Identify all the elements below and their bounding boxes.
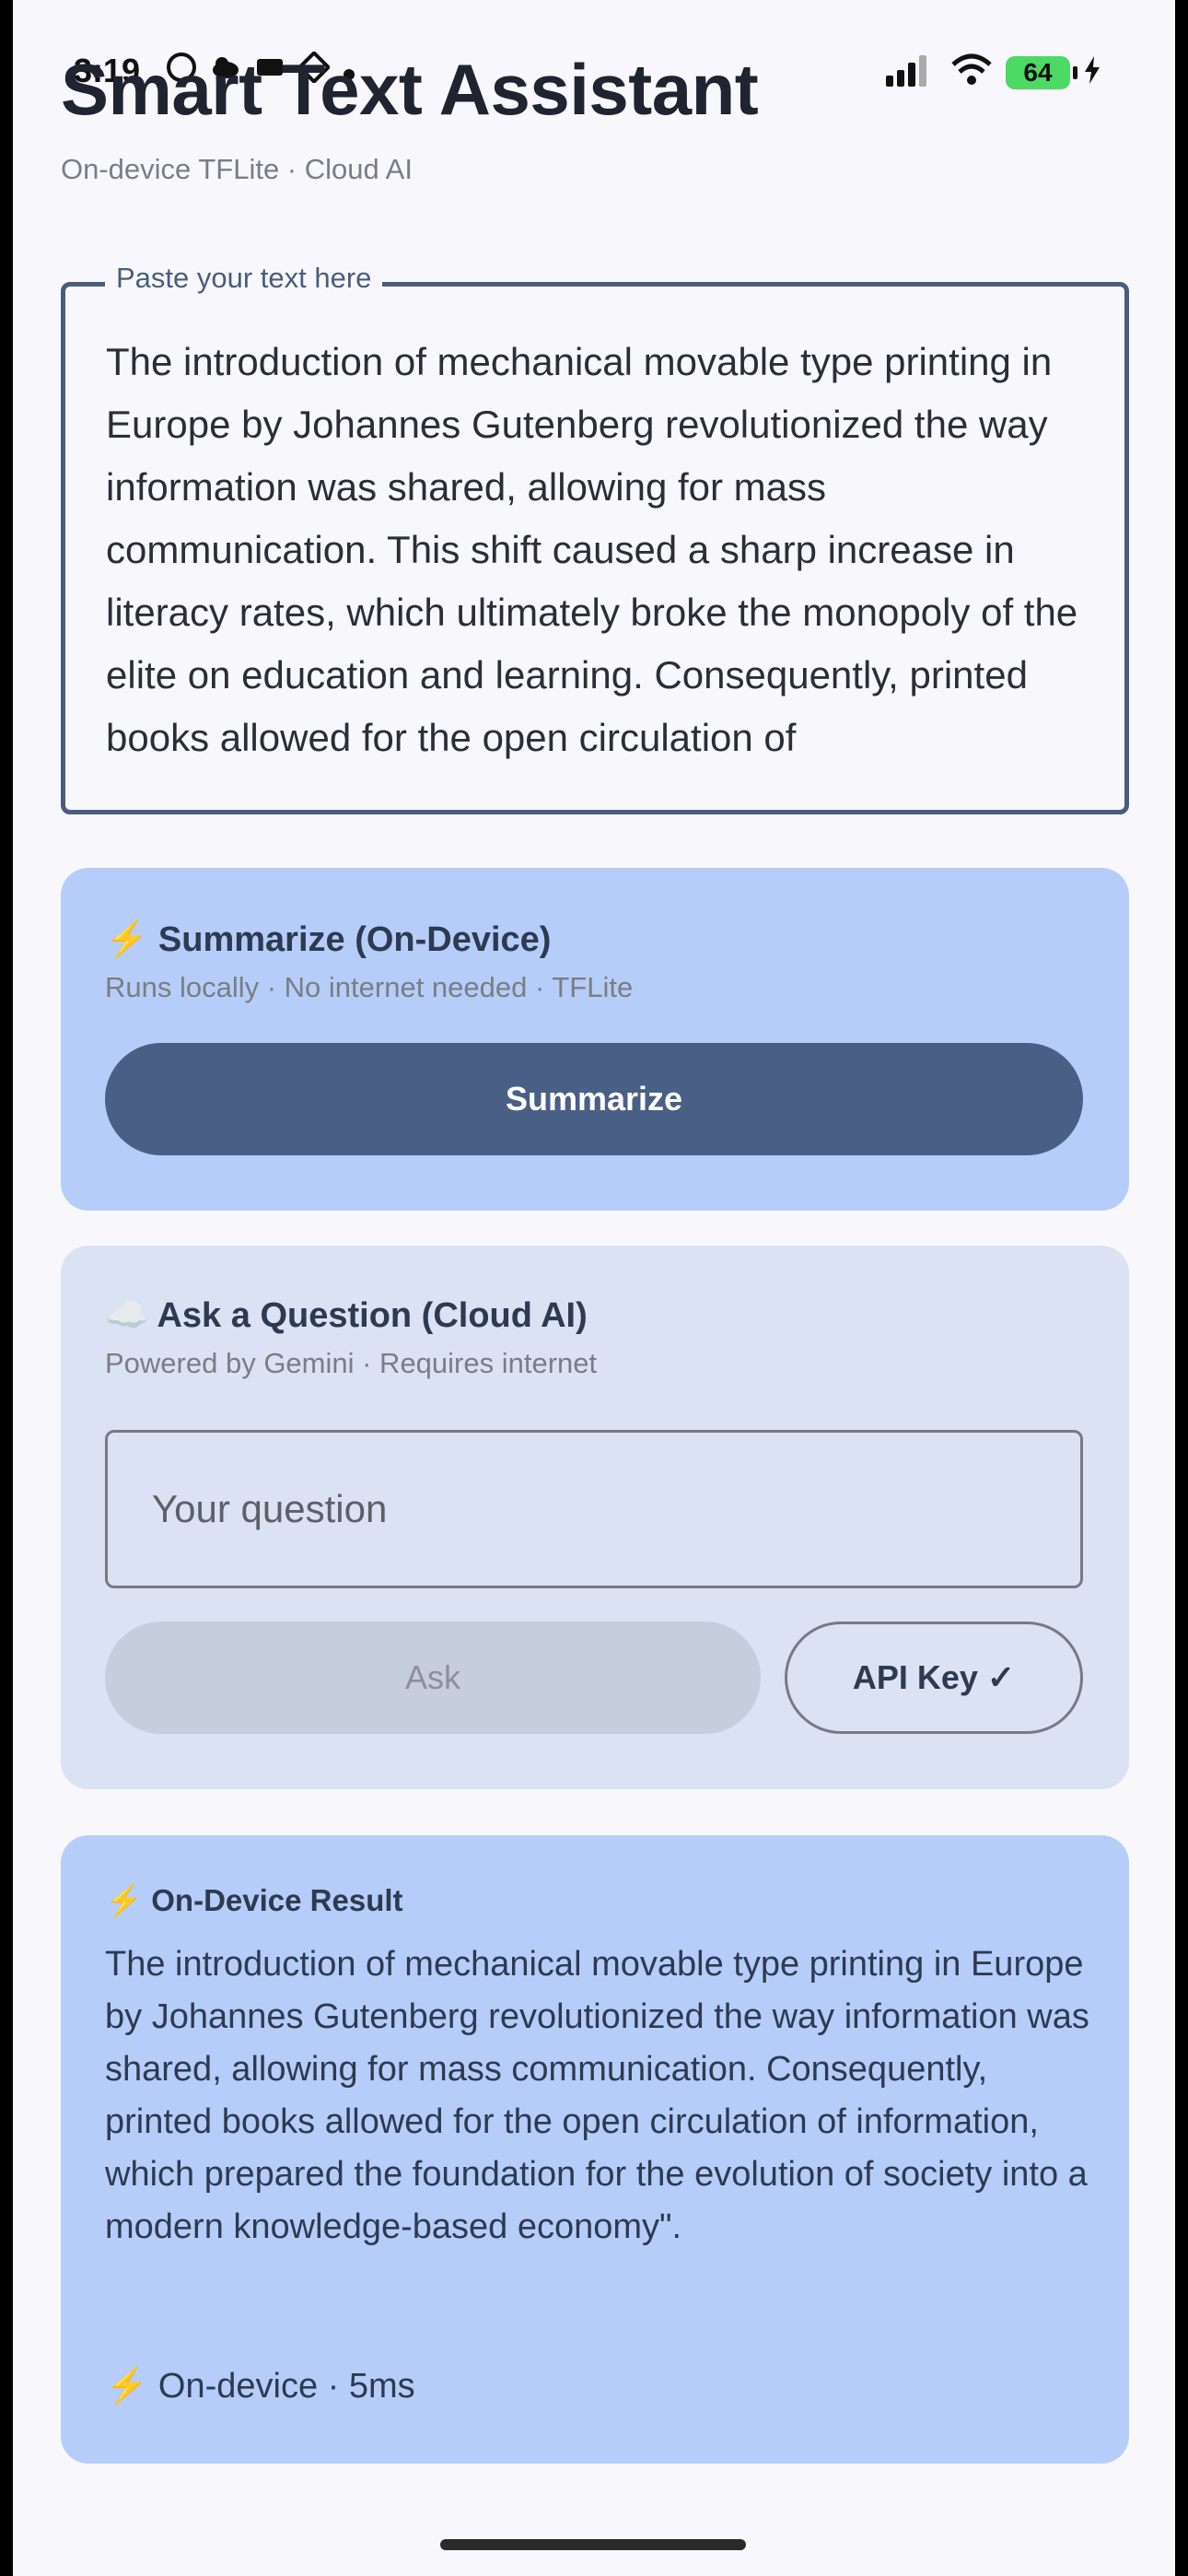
home-indicator[interactable] bbox=[440, 2539, 746, 2550]
lightning-icon: ⚡ bbox=[105, 1883, 144, 1917]
summarize-title-row: ⚡ Summarize (On-Device) bbox=[105, 919, 551, 960]
question-input[interactable]: Your question bbox=[105, 1430, 1083, 1588]
page-title: Smart Text Assistant bbox=[61, 49, 759, 130]
wifi-icon bbox=[950, 53, 993, 91]
summarize-subtitle: Runs locally · No internet needed · TFLi… bbox=[105, 971, 634, 1003]
ask-card: ☁️ Ask a Question (Cloud AI) Powered by … bbox=[61, 1246, 1129, 1789]
ask-title-row: ☁️ Ask a Question (Cloud AI) bbox=[105, 1295, 588, 1336]
summarize-card: ⚡ Summarize (On-Device) Runs locally · N… bbox=[61, 868, 1129, 1211]
charging-icon bbox=[1083, 56, 1101, 88]
result-card: ⚡ On-Device Result The introduction of m… bbox=[61, 1835, 1129, 2464]
battery-indicator: 64 bbox=[1006, 55, 1077, 89]
ask-subtitle: Powered by Gemini · Requires internet bbox=[105, 1347, 598, 1379]
text-input-value[interactable]: The introduction of mechanical movable t… bbox=[106, 331, 1101, 769]
status-right: 64 bbox=[886, 53, 1101, 91]
result-title: On-Device Result bbox=[151, 1883, 403, 1917]
api-key-button[interactable]: API Key ✓ bbox=[785, 1622, 1083, 1734]
question-placeholder: Your question bbox=[152, 1487, 388, 1530]
cloud-icon: ☁️ bbox=[105, 1296, 149, 1335]
text-input-label: Paste your text here bbox=[105, 262, 383, 295]
summarize-title: Summarize (On-Device) bbox=[157, 920, 552, 959]
result-footer: ⚡ On-device · 5ms bbox=[105, 2366, 415, 2406]
result-title-row: ⚡ On-Device Result bbox=[105, 1883, 403, 1919]
app-screen: 3:19 64 Smart Text Assistant On-device T… bbox=[13, 0, 1175, 2576]
ask-title: Ask a Question (Cloud AI) bbox=[157, 1296, 588, 1335]
page-subtitle: On-device TFLite · Cloud AI bbox=[61, 153, 413, 185]
lightning-icon: ⚡ bbox=[105, 920, 149, 959]
ask-button[interactable]: Ask bbox=[105, 1622, 761, 1734]
signal-icon bbox=[886, 53, 938, 91]
text-input-field[interactable]: The introduction of mechanical movable t… bbox=[61, 282, 1129, 814]
lightning-icon: ⚡ bbox=[105, 2367, 149, 2406]
result-text: The introduction of mechanical movable t… bbox=[105, 1945, 1089, 2246]
result-meta: On-device · 5ms bbox=[157, 2367, 415, 2406]
summarize-button[interactable]: Summarize bbox=[105, 1043, 1083, 1155]
